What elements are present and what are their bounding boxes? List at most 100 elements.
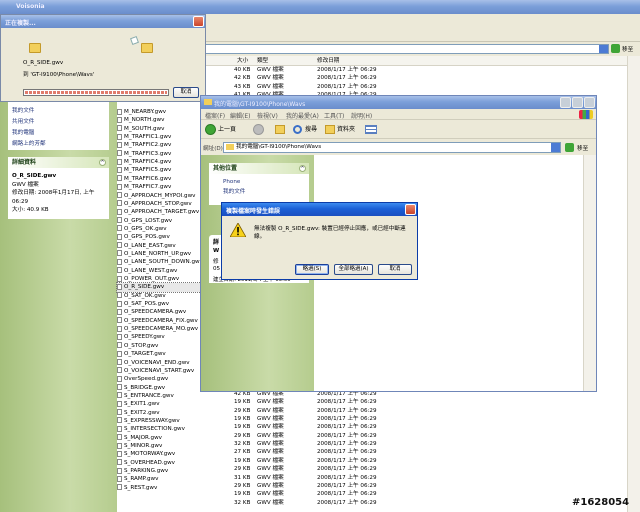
file-name-item[interactable]: M_NORTH.gwv xyxy=(117,116,201,124)
table-row[interactable]: 32 KB GWV 檔案 2008/1/17 上午 06:29 xyxy=(200,440,627,448)
file-name-item[interactable]: M_TRAFFIC2.gwv xyxy=(117,141,201,149)
file-name-item[interactable]: S_ENTRANCE.gwv xyxy=(117,392,201,400)
menu-help[interactable]: 說明(H) xyxy=(351,111,372,120)
file-name-item[interactable]: S_INTERSECTION.gwv xyxy=(117,425,201,433)
views-icon[interactable] xyxy=(365,125,377,134)
menu-edit[interactable]: 編輯(E) xyxy=(230,111,250,120)
close-button[interactable] xyxy=(584,97,595,108)
file-name-item[interactable]: O_SPEEDY.gwv xyxy=(117,333,201,341)
menu-view[interactable]: 檢視(V) xyxy=(257,111,278,120)
file-name-item[interactable]: S_RAMP.gwv xyxy=(117,475,201,483)
table-row[interactable]: 32 KB GWV 檔案 2008/1/17 上午 06:29 xyxy=(200,499,627,507)
table-row[interactable]: 31 KB GWV 檔案 2008/1/17 上午 06:29 xyxy=(200,474,627,482)
column-size[interactable]: 大小 xyxy=(237,56,248,66)
file-name-item[interactable]: S_OVERHEAD.gwv xyxy=(117,459,201,467)
place-my-documents[interactable]: 我的文件 xyxy=(12,106,46,117)
file-name-item[interactable]: O_LANE_NORTH_UP.gwv xyxy=(117,250,201,258)
file-name-item[interactable]: S_EXIT2.gwv xyxy=(117,409,201,417)
file-name-item[interactable]: O_LANE_SOUTH_DOWN.gwv xyxy=(117,258,203,266)
file-name-item[interactable]: M_TRAFFIC1.gwv xyxy=(117,133,201,141)
other-places-chevron-icon[interactable]: ^ xyxy=(299,165,306,172)
phone-window-title-bar[interactable]: 我的電腦\GT-I9100\Phone\Wavs xyxy=(201,96,596,109)
file-name-item[interactable]: O_GPS_POS.gwv xyxy=(117,233,201,241)
place-shared-documents[interactable]: 共用文件 xyxy=(12,117,46,128)
skip-button[interactable]: 略過(S) xyxy=(295,264,329,275)
folders-icon[interactable] xyxy=(325,125,335,134)
table-row[interactable]: 29 KB GWV 檔案 2008/1/17 上午 06:29 xyxy=(200,465,627,473)
file-name-item[interactable]: OverSpeed.gwv xyxy=(117,375,201,383)
file-name-item[interactable]: M_TRAFFIC6.gwv xyxy=(117,175,201,183)
file-name-item[interactable]: S_MINOR.gwv xyxy=(117,442,201,450)
file-name-item[interactable]: O_TARGET.gwv xyxy=(117,350,201,358)
file-name-item[interactable]: O_SPEEDCAMERA_FIX.gwv xyxy=(117,317,201,325)
phone-go-button[interactable]: 移至 xyxy=(577,144,588,152)
file-name-item[interactable]: S_MAJOR.gwv xyxy=(117,434,201,442)
menu-favorites[interactable]: 我的最愛(A) xyxy=(286,111,319,120)
other-place-phone[interactable]: Phone xyxy=(213,177,245,187)
file-name-item[interactable]: O_VOICENAVI_END.gwv xyxy=(117,359,201,367)
file-name-item[interactable]: O_SAT_OK.gwv xyxy=(117,292,201,300)
background-go-button[interactable]: 移至 xyxy=(622,45,633,53)
file-name-item[interactable]: M_TRAFFIC3.gwv xyxy=(117,150,201,158)
table-row[interactable]: 19 KB GWV 檔案 2008/1/17 上午 06:29 xyxy=(200,415,627,423)
folders-button[interactable]: 資料夾 xyxy=(337,123,355,137)
table-row[interactable]: 27 KB GWV 檔案 2008/1/17 上午 06:29 xyxy=(200,448,627,456)
skip-all-button[interactable]: 全部略過(A) xyxy=(334,264,373,275)
file-name-item[interactable]: O_POWER_OUT.gwv xyxy=(117,275,201,283)
file-name-item[interactable]: M_TRAFFIC4.gwv xyxy=(117,158,201,166)
search-icon[interactable] xyxy=(293,125,302,134)
file-name-item[interactable]: O_APPROACH_TARGET.gwv xyxy=(117,208,201,216)
file-name-item[interactable]: O_R_SIDE.gwv xyxy=(116,282,202,293)
details-header[interactable]: 詳細資料 ^ xyxy=(8,157,109,168)
menu-file[interactable]: 檔案(F) xyxy=(205,111,225,120)
file-name-item[interactable]: O_GPS_OK.gwv xyxy=(117,225,201,233)
file-name-item[interactable]: S_MOTORWAY.gwv xyxy=(117,450,201,458)
file-name-item[interactable]: S_REST.gwv xyxy=(117,484,201,492)
background-title-bar[interactable]: Voisonia xyxy=(0,0,640,14)
other-place-documents[interactable]: 我的文件 xyxy=(213,187,245,197)
table-row[interactable]: 19 KB GWV 檔案 2008/1/17 上午 06:29 xyxy=(200,490,627,498)
table-row[interactable]: 29 KB GWV 檔案 2008/1/17 上午 06:29 xyxy=(200,432,627,440)
collapse-chevron-icon[interactable]: ^ xyxy=(99,159,106,166)
file-name-item[interactable]: S_PARKING.gwv xyxy=(117,467,201,475)
other-places-header[interactable]: 其他位置 ^ xyxy=(209,163,309,174)
table-row[interactable]: 19 KB GWV 檔案 2008/1/17 上午 06:29 xyxy=(200,457,627,465)
table-row[interactable]: 19 KB GWV 檔案 2008/1/17 上午 06:29 xyxy=(200,398,627,406)
phone-address-input[interactable]: 我的電腦\GT-I9100\Phone\Wavs xyxy=(223,142,561,153)
file-name-item[interactable]: O_SPEEDCAMERA.gwv xyxy=(117,308,201,316)
table-row[interactable]: 29 KB GWV 檔案 2008/1/17 上午 06:29 xyxy=(200,407,627,415)
address-dropdown-icon[interactable] xyxy=(551,143,560,152)
back-button[interactable]: 上一頁 xyxy=(218,123,236,137)
forward-icon[interactable] xyxy=(253,124,264,135)
copy-dialog-title-bar[interactable]: 正在複製... xyxy=(1,15,205,28)
background-address-input[interactable] xyxy=(205,44,609,54)
file-name-item[interactable]: M_TRAFFIC7.gwv xyxy=(117,183,201,191)
maximize-button[interactable] xyxy=(572,97,583,108)
file-name-item[interactable]: O_SAT_POS.gwv xyxy=(117,300,201,308)
file-name-item[interactable]: M_TRAFFIC5.gwv xyxy=(117,166,201,174)
dropdown-arrow-icon[interactable] xyxy=(599,45,608,53)
file-name-item[interactable]: O_GPS_LOST.gwv xyxy=(117,217,201,225)
copy-dialog-close-icon[interactable] xyxy=(193,16,204,27)
file-name-item[interactable]: M_NEARBY.gwv xyxy=(117,108,201,116)
file-name-item[interactable]: O_VOICENAVI_START.gwv xyxy=(117,367,201,375)
file-name-item[interactable]: M_SOUTH.gwv xyxy=(117,125,201,133)
file-name-item[interactable]: S_EXPRESSWAY.gwv xyxy=(117,417,201,425)
file-name-item[interactable]: O_STOP.gwv xyxy=(117,342,201,350)
table-row[interactable]: 19 KB GWV 檔案 2008/1/17 上午 06:29 xyxy=(200,423,627,431)
error-dialog-close-icon[interactable] xyxy=(405,204,416,215)
up-folder-icon[interactable] xyxy=(275,125,285,134)
search-button[interactable]: 搜尋 xyxy=(305,123,317,137)
place-network[interactable]: 網路上的芳鄰 xyxy=(12,139,46,150)
file-name-item[interactable]: O_LANE_WEST.gwv xyxy=(117,267,201,275)
copy-cancel-button[interactable]: 取消 xyxy=(173,87,199,98)
background-go-arrow-icon[interactable] xyxy=(611,44,620,53)
file-name-item[interactable]: O_APPROACH_MYPOI.gwv xyxy=(117,192,201,200)
column-type[interactable]: 類型 xyxy=(257,56,268,66)
error-cancel-button[interactable]: 取消 xyxy=(378,264,412,275)
file-name-item[interactable]: S_BRIDGE.gwv xyxy=(117,384,201,392)
column-modified[interactable]: 修改日期 xyxy=(317,56,339,66)
file-name-item[interactable]: O_APPROACH_STOP.gwv xyxy=(117,200,201,208)
phone-scrollbar[interactable] xyxy=(583,155,596,391)
back-icon[interactable] xyxy=(205,124,216,135)
